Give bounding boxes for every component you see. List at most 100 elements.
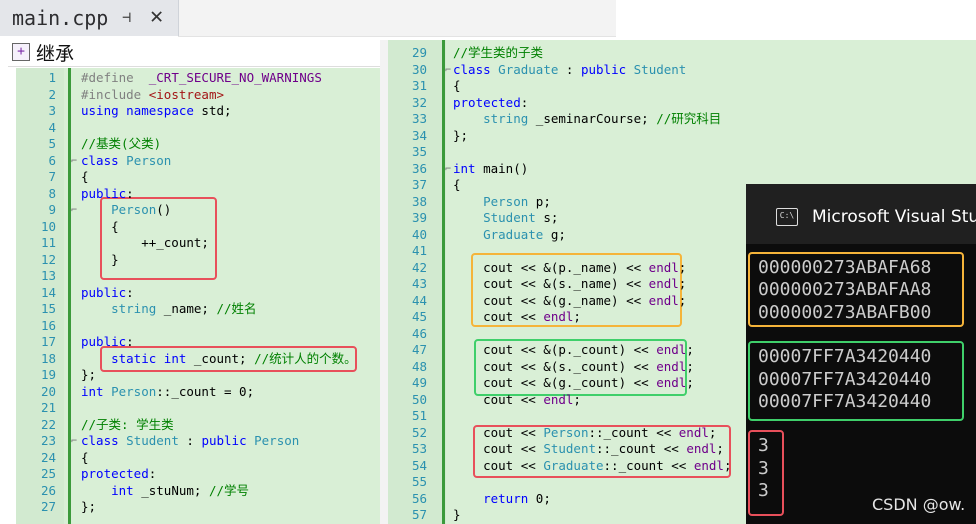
line-number: 15 (40, 301, 56, 316)
code-line[interactable]: Student s; (453, 210, 558, 227)
line-number: 14 (40, 284, 56, 300)
tab-title[interactable]: main.cpp (12, 6, 108, 30)
code-line[interactable]: public: (81, 186, 134, 203)
fold-icon[interactable]: ⌐ (71, 205, 77, 216)
console-output-line: 00007FF7A3420440 (758, 368, 932, 390)
fold-icon[interactable]: ⌐ (71, 436, 77, 447)
code-line[interactable]: cout << Student::_count << endl; (453, 441, 724, 458)
code-line[interactable]: cout << &(s._count) << endl; (453, 359, 694, 376)
code-line[interactable]: { (453, 78, 461, 95)
line-number: 55 (411, 474, 427, 489)
line-number: 34 (411, 127, 427, 143)
code-line[interactable]: static int _count; //统计人的个数。 (81, 351, 357, 368)
code-line[interactable]: string _name; //姓名 (81, 301, 256, 318)
line-number: 31 (411, 78, 427, 93)
line-number: 46 (411, 325, 427, 341)
line-number: 20 (40, 383, 56, 399)
line-number: 53 (411, 441, 427, 456)
code-line[interactable]: class Student : public Person (81, 433, 299, 450)
code-line[interactable]: //学生类的子类 (453, 45, 543, 62)
code-line[interactable]: //基类(父类) (81, 136, 161, 153)
console-app-icon: C:\ (776, 208, 798, 226)
line-number: 18 (40, 350, 56, 366)
pin-icon[interactable]: ⊣ (122, 8, 131, 26)
code-line[interactable]: }; (81, 499, 96, 516)
code-line[interactable]: { (81, 450, 89, 467)
code-line[interactable]: cout << &(s._name) << endl; (453, 276, 686, 293)
code-line[interactable]: //子类: 学生类 (81, 417, 174, 434)
line-number: 37 (411, 177, 427, 192)
line-number: 17 (40, 334, 56, 349)
code-line[interactable]: }; (453, 128, 468, 145)
line-number: 8 (48, 185, 56, 201)
code-line[interactable]: int _stuNum; //学号 (81, 483, 249, 500)
code-line[interactable]: cout << &(g._name) << endl; (453, 293, 686, 310)
code-line[interactable]: { (81, 169, 89, 186)
line-number: 44 (411, 292, 427, 308)
code-line[interactable]: { (453, 177, 461, 194)
line-number: 45 (411, 309, 427, 324)
code-line[interactable]: using namespace std; (81, 103, 232, 120)
code-line[interactable]: } (81, 252, 119, 269)
code-line[interactable]: cout << endl; (453, 309, 581, 326)
code-line[interactable]: class Person (81, 153, 171, 170)
close-icon[interactable]: ✕ (150, 4, 163, 29)
code-line[interactable]: #include <iostream> (81, 87, 224, 104)
line-number: 13 (40, 268, 56, 283)
code-line[interactable]: cout << Graduate::_count << endl; (453, 458, 731, 475)
console-output-line: 00007FF7A3420440 (758, 346, 932, 368)
line-number: 36 (411, 160, 427, 176)
code-line[interactable]: protected: (81, 466, 156, 483)
code-line[interactable]: #define _CRT_SECURE_NO_WARNINGS (81, 70, 322, 87)
fold-icon[interactable]: ⌐ (71, 156, 77, 167)
line-number: 10 (40, 218, 56, 234)
pane-separator (380, 40, 388, 524)
line-number: 50 (411, 391, 427, 407)
code-line[interactable]: cout << &(p._name) << endl; (453, 260, 686, 277)
line-number: 16 (40, 317, 56, 333)
code-line[interactable]: cout << &(p._count) << endl; (453, 342, 694, 359)
code-line[interactable]: int Person::_count = 0; (81, 384, 254, 401)
fold-icon[interactable]: ⌐ (445, 164, 451, 175)
code-line[interactable]: { (81, 219, 119, 236)
code-line[interactable]: class Graduate : public Student (453, 62, 686, 79)
line-number: 11 (40, 235, 56, 250)
line-number: 3 (48, 103, 56, 118)
fold-icon[interactable]: ⌐ (445, 65, 451, 76)
code-line[interactable]: string _seminarCourse; //研究科目 (453, 111, 721, 128)
line-number: 7 (48, 169, 56, 184)
code-line[interactable]: Graduate g; (453, 227, 566, 244)
change-bar-right (442, 40, 445, 524)
code-line[interactable]: cout << endl; (453, 392, 581, 409)
line-number: 27 (40, 499, 56, 514)
code-line[interactable]: Person p; (453, 194, 551, 211)
code-line[interactable]: ++_count; (81, 235, 209, 252)
console-output-line: 000000273ABAFAA8 (758, 279, 932, 301)
line-number: 24 (40, 449, 56, 465)
line-number: 9 (48, 202, 56, 217)
line-number: 19 (40, 367, 56, 382)
console-output-line: 3 (758, 435, 769, 457)
code-line[interactable]: protected: (453, 95, 528, 112)
code-line[interactable]: public: (81, 285, 134, 302)
line-number: 57 (411, 507, 427, 522)
console-output-line: 3 (758, 480, 769, 501)
console-output-line: 000000273ABAFB00 (758, 301, 932, 323)
line-number: 12 (40, 251, 56, 267)
line-number: 26 (40, 482, 56, 498)
code-line[interactable]: cout << Person::_count << endl; (453, 425, 716, 442)
code-line[interactable]: cout << &(g._count) << endl; (453, 375, 694, 392)
line-number: 2 (48, 86, 56, 102)
line-number: 52 (411, 424, 427, 440)
code-line[interactable]: Person() (81, 202, 171, 219)
line-number: 43 (411, 276, 427, 291)
code-line[interactable]: public: (81, 334, 134, 351)
code-line[interactable]: return 0; (453, 491, 551, 508)
line-number: 49 (411, 375, 427, 390)
line-number: 5 (48, 136, 56, 151)
expand-icon[interactable]: + (12, 43, 30, 61)
code-line[interactable]: int main() (453, 161, 528, 178)
code-line[interactable]: } (453, 507, 461, 524)
code-line[interactable]: }; (81, 367, 96, 384)
line-number: 38 (411, 193, 427, 209)
